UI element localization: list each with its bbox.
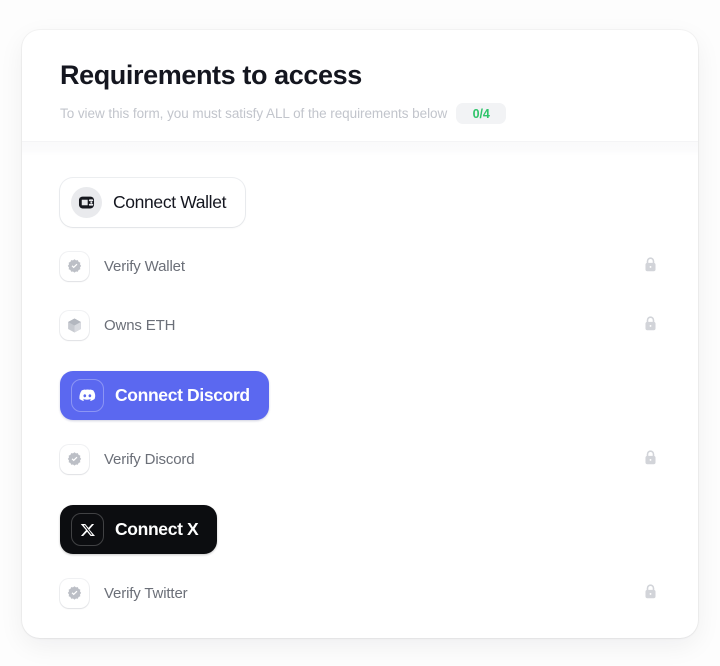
verify-discord-label: Verify Discord (104, 451, 195, 468)
verified-badge-icon (60, 579, 89, 608)
verify-wallet-label: Verify Wallet (104, 258, 185, 275)
connect-discord-label: Connect Discord (115, 385, 250, 405)
lock-icon (643, 315, 658, 337)
cube-icon (60, 311, 89, 340)
wallet-icon (71, 187, 102, 218)
requirements-list: Connect Wallet Verify Wallet Owns ETH Co… (60, 178, 660, 623)
header-divider (22, 141, 698, 156)
page-title: Requirements to access (60, 60, 362, 90)
lock-icon (643, 256, 658, 278)
requirement-verify-twitter[interactable]: Verify Twitter (60, 573, 660, 614)
requirement-connect-x: Connect X (60, 505, 660, 554)
requirements-card: Requirements to access To view this form… (22, 30, 698, 638)
subtitle-row: To view this form, you must satisfy ALL … (60, 103, 660, 124)
requirements-counter-badge: 0/4 (456, 103, 507, 124)
card-header: Requirements to access To view this form… (22, 30, 698, 124)
requirement-connect-wallet: Connect Wallet (60, 178, 660, 227)
requirement-verify-wallet[interactable]: Verify Wallet (60, 246, 660, 287)
x-icon (71, 513, 104, 546)
connect-x-button[interactable]: Connect X (60, 505, 218, 554)
connect-wallet-button[interactable]: Connect Wallet (60, 178, 246, 227)
card-body: Connect Wallet Verify Wallet Owns ETH Co… (22, 156, 698, 638)
requirement-connect-discord: Connect Discord (60, 371, 660, 420)
app-background: Requirements to access To view this form… (0, 0, 720, 666)
connect-wallet-label: Connect Wallet (113, 192, 227, 212)
verify-twitter-label: Verify Twitter (104, 585, 188, 602)
verified-badge-icon (60, 445, 89, 474)
subtitle-text: To view this form, you must satisfy ALL … (60, 105, 448, 121)
requirement-owns-eth[interactable]: Owns ETH (60, 305, 660, 346)
connect-discord-button[interactable]: Connect Discord (60, 371, 269, 420)
verified-badge-icon (60, 252, 89, 281)
connect-x-label: Connect X (115, 519, 199, 539)
requirement-verify-discord[interactable]: Verify Discord (60, 439, 660, 480)
lock-icon (643, 583, 658, 605)
owns-eth-label: Owns ETH (104, 317, 176, 334)
lock-icon (643, 449, 658, 471)
discord-icon (71, 379, 104, 412)
